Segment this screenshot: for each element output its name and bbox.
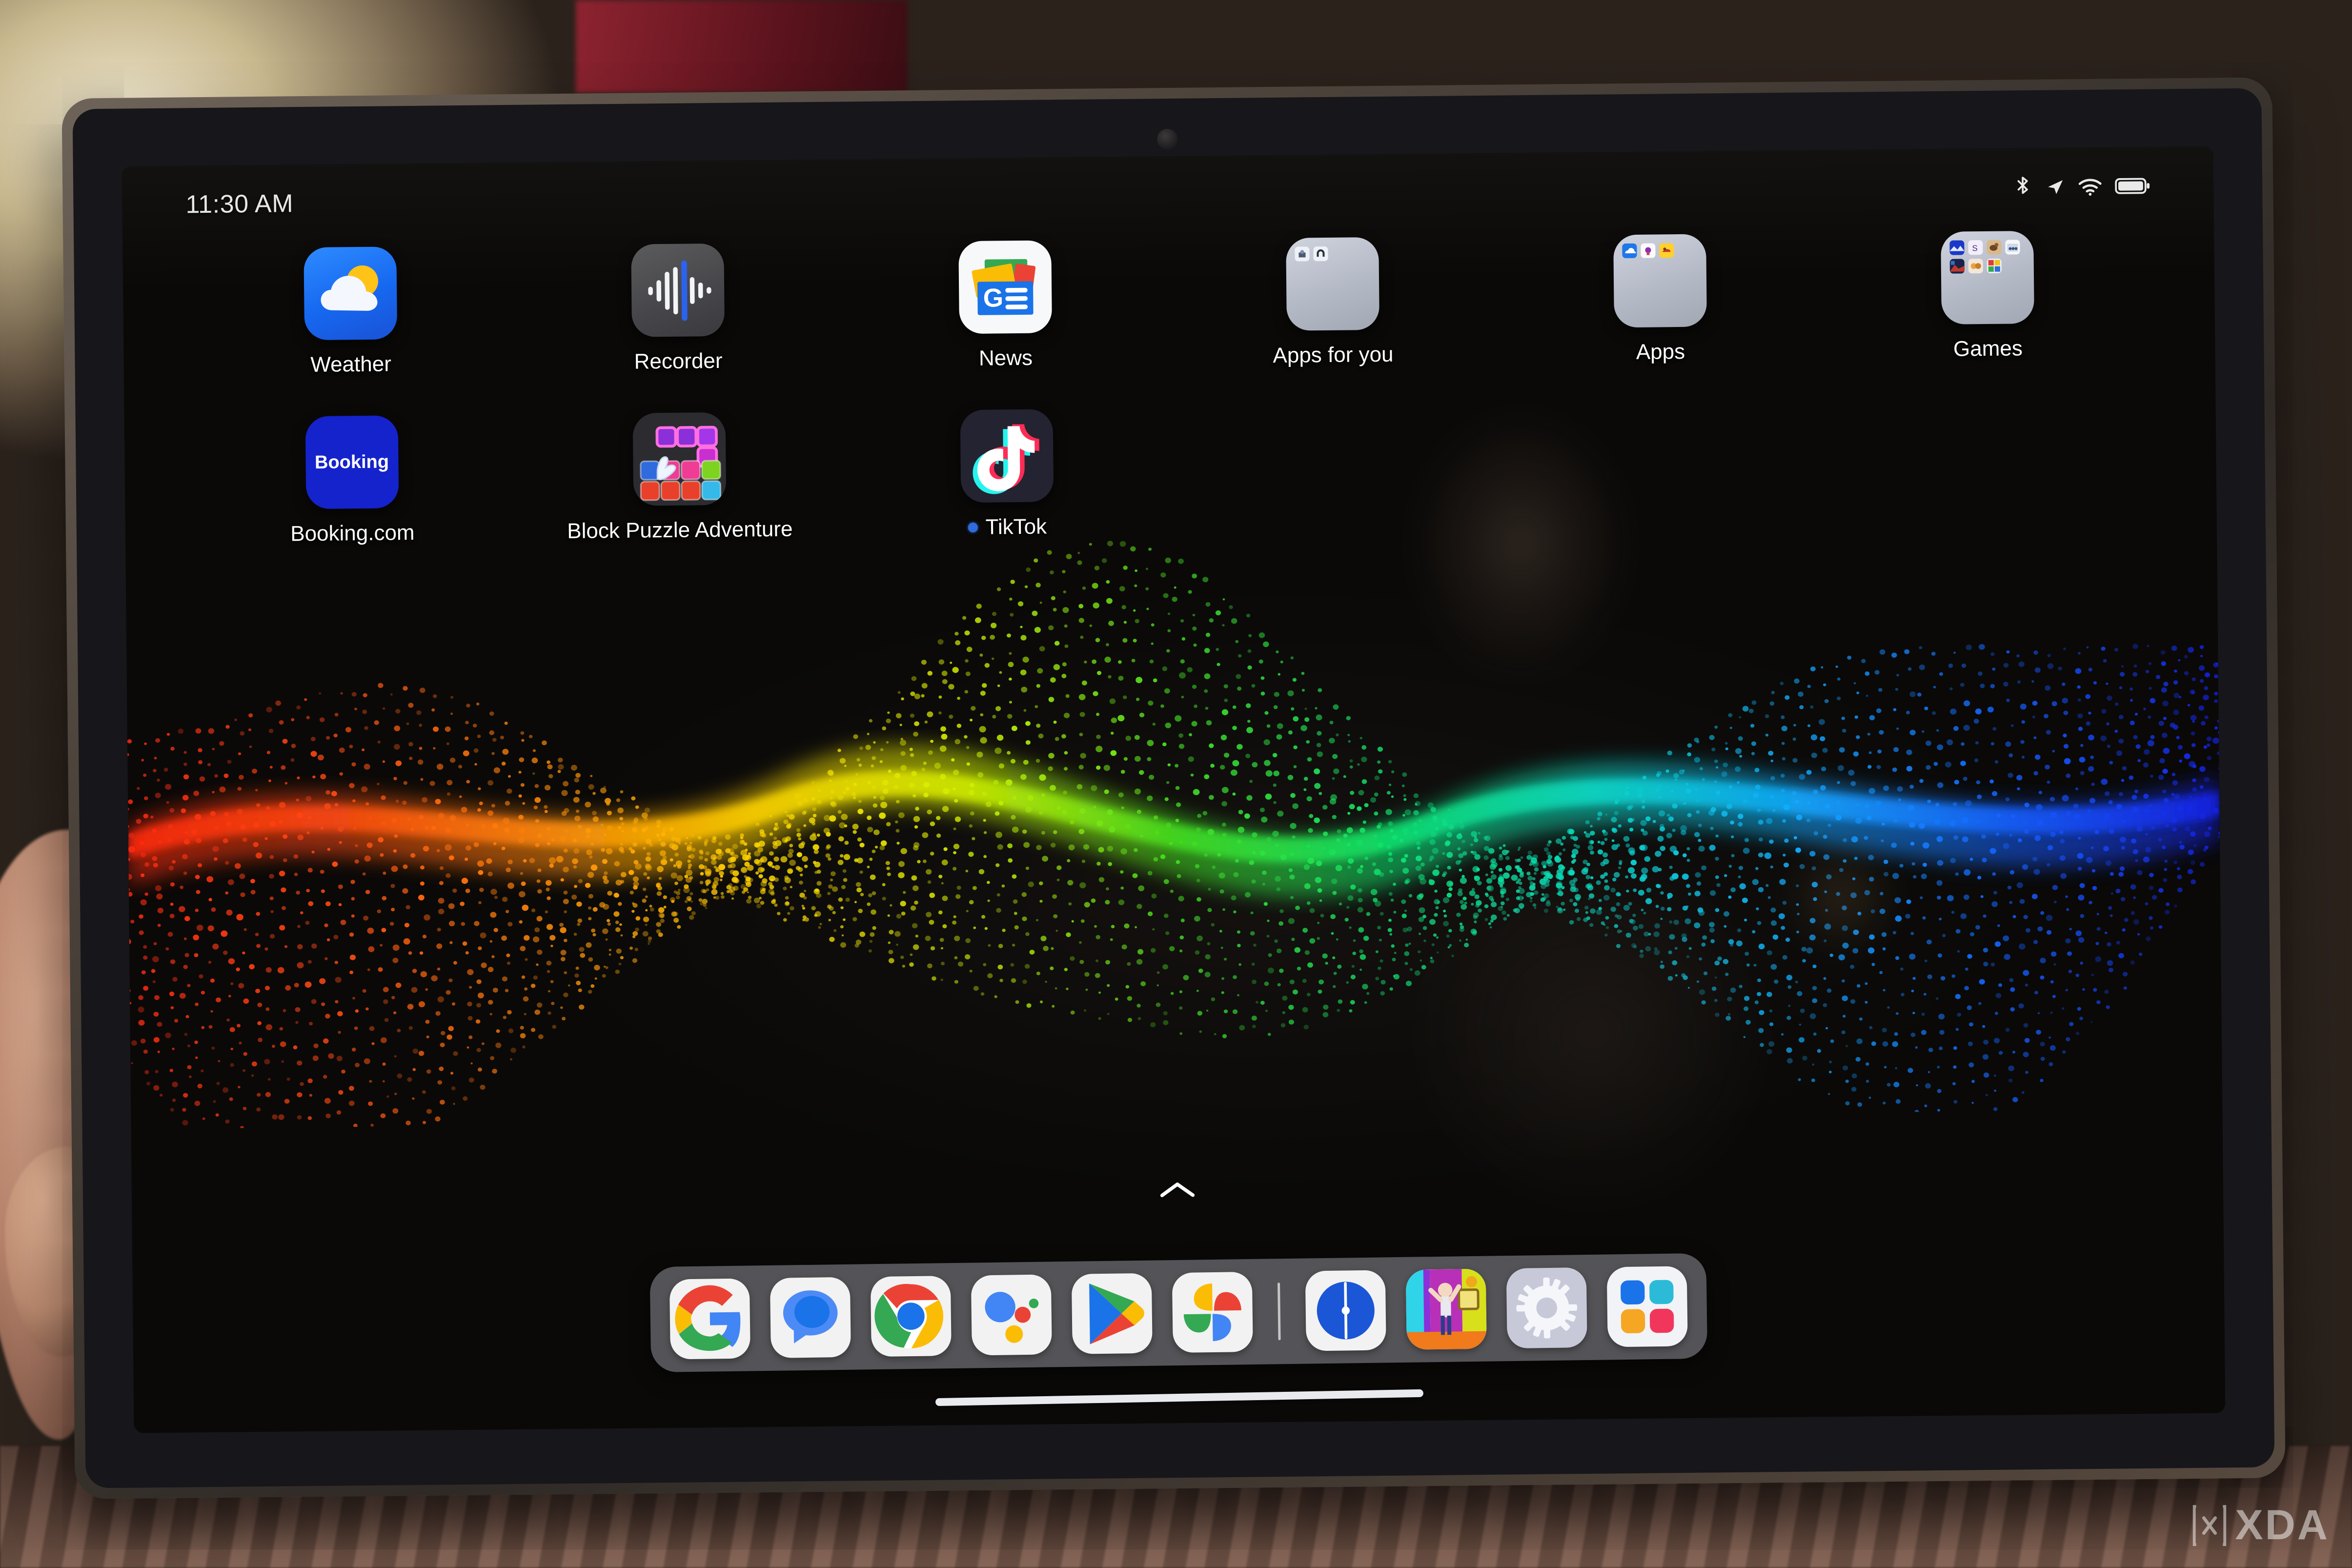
app-news[interactable]: G News	[841, 239, 1170, 372]
chevron-up-icon[interactable]	[1156, 1179, 1199, 1201]
folder-mini-icon	[1313, 246, 1328, 261]
tablet-device: 11:30 AM Weather Recorder G News Apps fo…	[61, 77, 2285, 1499]
folder-preview-grid	[1295, 246, 1370, 261]
dock-item-messages[interactable]	[770, 1277, 851, 1358]
dock-item-play-store[interactable]	[1072, 1273, 1153, 1354]
dock-item-assistant[interactable]	[971, 1274, 1052, 1355]
folder-icon	[1613, 234, 1707, 327]
dock	[649, 1253, 1707, 1372]
folder-mini-icon	[1659, 243, 1674, 258]
booking-icon: Booking	[305, 415, 399, 509]
folder-mini-icon	[1949, 259, 1964, 273]
notification-badge-dot	[968, 523, 978, 532]
folder-icon	[1286, 237, 1379, 331]
folder-icon: S	[1941, 231, 2034, 325]
tablet-screen: 11:30 AM Weather Recorder G News Apps fo…	[122, 146, 2226, 1433]
red-curtain	[576, 0, 908, 93]
booking-icon-text: Booking	[315, 451, 389, 473]
xda-watermark: XDA	[2192, 1501, 2330, 1549]
folder-mini-icon: S	[1968, 240, 1983, 255]
folder-mini-icon	[1949, 240, 1964, 255]
folder-apps[interactable]: Apps	[1496, 233, 1825, 366]
dock-item-photos[interactable]	[1172, 1272, 1253, 1353]
xda-logo-icon	[2192, 1505, 2227, 1547]
app-recorder[interactable]: Recorder	[513, 242, 842, 375]
recorder-icon	[631, 244, 725, 337]
svg-text:G: G	[983, 284, 1003, 312]
folder-mini-icon	[2005, 240, 2020, 254]
svg-text:S: S	[1972, 244, 1978, 253]
status-clock: 11:30 AM	[185, 189, 293, 219]
folder-mini-icon	[1641, 243, 1655, 258]
dock-item-app-drawer[interactable]	[1607, 1266, 1688, 1347]
dock-item-settings[interactable]	[1506, 1267, 1587, 1348]
xda-watermark-text: XDA	[2235, 1501, 2330, 1549]
app-label: News	[979, 346, 1033, 371]
folder-mini-icon	[1987, 240, 2001, 255]
app-label: Block Puzzle Adventure	[567, 517, 793, 543]
tablet-bezel: 11:30 AM Weather Recorder G News Apps fo…	[73, 88, 2275, 1488]
app-label: Games	[1953, 336, 2023, 361]
app-label: Apps	[1636, 340, 1685, 365]
folder-mini-icon	[1968, 259, 1983, 273]
app-label: Apps for you	[1273, 343, 1393, 368]
app-tiktok[interactable]: TikTok	[843, 408, 1172, 541]
dock-item-clock[interactable]	[1305, 1270, 1386, 1351]
app-label: Weather	[310, 352, 391, 377]
app-label: Booking.com	[290, 521, 415, 546]
app-label-row: TikTok	[968, 514, 1047, 540]
folder-mini-icon	[1987, 259, 2001, 273]
front-camera	[1157, 129, 1177, 149]
location-icon	[2046, 176, 2065, 197]
app-label: TikTok	[985, 514, 1047, 539]
dock-divider	[1277, 1283, 1281, 1340]
folder-preview-grid	[1622, 243, 1697, 258]
block-puzzle-icon	[632, 412, 726, 506]
app-grid: Weather Recorder G News Apps for you App…	[186, 230, 2153, 548]
folder-games[interactable]: S Games	[1823, 230, 2152, 363]
app-booking[interactable]: Booking Booking.com	[188, 414, 517, 547]
app-label: Recorder	[634, 349, 722, 374]
folder-mini-icon	[1295, 246, 1309, 261]
weather-icon	[304, 246, 397, 340]
tiktok-icon	[960, 409, 1054, 503]
bluetooth-icon	[2012, 175, 2033, 199]
dock-item-chrome[interactable]	[871, 1276, 952, 1357]
app-block-puzzle[interactable]: Block Puzzle Adventure	[515, 411, 844, 544]
wifi-icon	[2078, 176, 2102, 197]
dock-item-game[interactable]	[1406, 1269, 1487, 1350]
google-news-icon: G	[958, 240, 1052, 334]
app-weather[interactable]: Weather	[186, 245, 515, 378]
battery-icon	[2115, 176, 2150, 196]
folder-apps-for-you[interactable]: Apps for you	[1168, 236, 1497, 369]
dock-item-google[interactable]	[669, 1278, 750, 1359]
folder-mini-icon	[1622, 244, 1637, 258]
status-icons	[2012, 174, 2150, 200]
folder-preview-grid: S	[1949, 240, 2025, 273]
